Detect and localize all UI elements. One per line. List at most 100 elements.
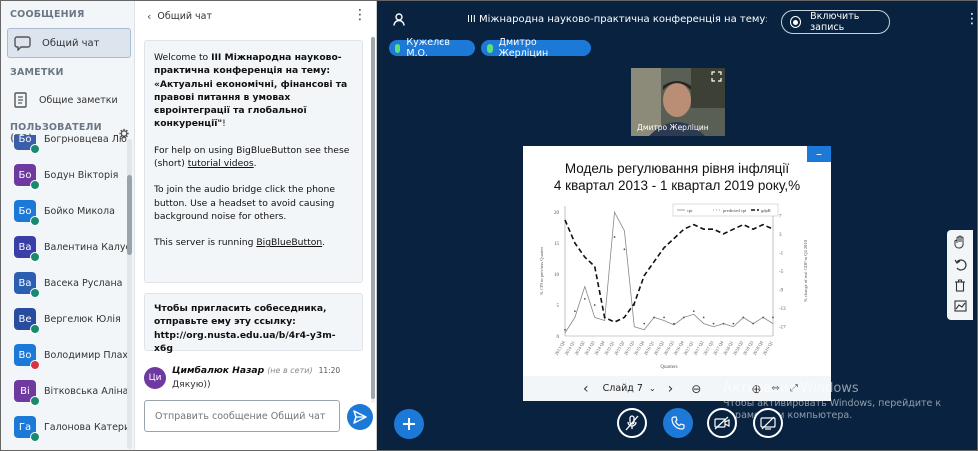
user-list-toggle-icon[interactable] [393,13,405,26]
actions-plus-button[interactable] [394,409,424,439]
chat-options-icon[interactable]: ⋮ [353,8,367,22]
chart-point [682,316,685,319]
chart-y2-tick: -1 [779,251,784,256]
unmute-button[interactable] [617,408,647,438]
shared-notes-item[interactable]: Общие заметки [7,86,131,114]
offline-status: (не в сети) [267,366,313,375]
microphone-icon [30,144,40,154]
user-name: Бодун Вікторія [44,169,119,181]
trash-icon[interactable] [951,276,969,294]
user-list-item[interactable]: Бо Бойко Микола [1,193,127,229]
send-icon [353,410,367,424]
public-chat-item[interactable]: Общий чат [7,28,131,58]
microphone-icon [395,43,401,53]
record-button[interactable]: Включить запись [781,10,890,34]
user-name: Валентина Калус... [44,241,127,253]
chart-point [692,310,695,313]
chat-input[interactable] [144,400,340,432]
avatar-initials: Бо [18,135,32,145]
send-message-button[interactable] [347,404,373,430]
talking-indicator[interactable]: Дмитро Жерліцин [481,37,591,59]
tutorial-videos-link[interactable]: tutorial videos [188,158,254,169]
user-list-item[interactable]: Ва Васека Руслана [1,265,127,301]
presentation-slide[interactable]: Модель регулювання рівня інфляції 4 кварт… [523,146,831,401]
meeting-title: III Міжнародна науково-практична конфере… [467,14,767,25]
audio-button[interactable] [663,408,693,438]
talker-name: Кужелєв М.О. [406,37,450,59]
chart-point [762,316,764,319]
slide-selector[interactable]: Слайд 7 [603,383,643,394]
invite-text: Чтобы пригласить собеседника, отправьте … [154,303,327,328]
microphone-muted-icon [625,415,639,431]
next-slide-icon[interactable]: › [668,381,674,397]
avatar: Бо [14,135,40,154]
avatar: Ве [14,308,40,334]
undo-icon[interactable] [951,255,969,273]
talker-name: Дмитро Жерліцин [498,37,549,59]
user-list-item[interactable]: Ве Вергелюк Юлія [1,301,127,337]
user-list-item[interactable]: Бо Богрновцева Лю... [1,135,127,157]
chart-y2-tick: -17 [779,326,786,331]
user-name: Вергелюк Юлія [44,313,121,325]
chart-y-label: % CPI to previous Quarter [539,247,544,295]
invite-link[interactable]: http://org.nusta.edu.ua/b/4r4-y3m-x6g [154,329,353,356]
microphone-icon [30,432,40,442]
chat-icon [14,36,31,51]
user-list: Бо Богрновцева Лю... Бо Бодун Вікторія Бо Бой… [1,135,127,450]
chart-y2-tick: -5 [779,270,784,275]
options-menu-icon[interactable]: ⋮ [965,11,977,27]
chevron-down-icon[interactable]: ⌄ [649,384,656,393]
chart-legend-label: gdpR [761,208,771,213]
public-chat-label: Общий чат [42,37,100,49]
microphone-icon [30,324,40,334]
user-list-item[interactable]: Ві Вітковська Аліна [1,373,127,409]
fullscreen-icon[interactable] [711,71,722,82]
bigbluebutton-link[interactable]: BigBlueButton [256,237,322,248]
audio-paragraph: To join the audio bridge click the phone… [154,184,336,222]
microphone-icon [30,396,40,406]
message-header: Цимбалюк Назар (не в сети) 11:20 [172,365,340,376]
chart-point [623,248,626,251]
prev-slide-icon[interactable]: ‹ [583,381,589,397]
chart-point [702,316,705,319]
chart-y-tick: 5 [557,304,560,309]
chart-point [752,322,755,325]
back-chevron-icon[interactable]: ‹ [147,10,151,23]
chart-point [643,322,646,325]
minimize-presentation-button[interactable]: – [807,146,831,162]
chart-series-cpi [564,210,774,334]
zoom-out-icon[interactable]: ⊖ [691,382,701,396]
user-name: Васека Руслана [44,277,123,289]
share-webcam-button[interactable] [707,408,737,438]
chart-point [712,322,715,325]
webcam-video[interactable]: Дмитро Жерліцин [631,68,725,136]
user-list-item[interactable]: Во Володимир Плах... [1,337,127,373]
avatar-initials: Ва [18,241,32,253]
chat-scroll-thumb[interactable] [371,37,375,399]
talking-indicator[interactable]: Кужелєв М.О. [389,37,475,59]
help-paragraph: For help on using BigBlueButton see thes… [154,144,353,171]
user-list-scrollbar[interactable] [127,139,132,449]
chart-point [564,328,566,331]
user-list-scroll-thumb[interactable] [127,175,132,255]
hand-tool-icon[interactable] [951,233,969,251]
server-text: This server is running [154,237,257,249]
chat-scrollbar[interactable] [371,37,375,403]
multi-user-whiteboard-icon[interactable] [951,297,969,315]
chart-point [772,316,774,319]
user-list-item[interactable]: Га Галонова Катерина [1,409,127,445]
welcome-message: Welcome to III Міжнародна науково-практи… [144,40,363,283]
chart-point [742,316,745,319]
user-name: Вітковська Аліна [44,385,127,397]
avatar-initials: Ві [20,385,30,397]
share-screen-button[interactable] [753,408,783,438]
notes-section-title: ЗАМЕТКИ [10,67,64,78]
avatar: Бо [14,200,40,226]
user-name: Галонова Катерина [44,421,127,433]
presentation-area: III Міжнародна науково-практична конфере… [377,1,977,450]
user-name: Богрновцева Лю... [44,135,127,145]
message-time: 11:20 [318,366,341,375]
user-list-item[interactable]: Ва Валентина Калус... [1,229,127,265]
user-list-item[interactable]: Бо Бодун Вікторія [1,157,127,193]
chart-title-line2: 4 квартал 2013 - 1 квартал 2019 року,% [554,178,800,193]
